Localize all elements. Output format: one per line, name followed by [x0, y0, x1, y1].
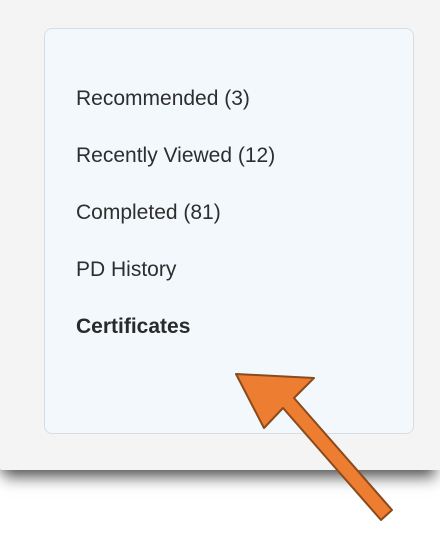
menu-item-recently-viewed[interactable]: Recently Viewed (12) — [76, 144, 275, 168]
sidebar-menu-panel: Recommended (3) Recently Viewed (12) Com… — [44, 28, 414, 434]
screenshot-stage: Recommended (3) Recently Viewed (12) Com… — [0, 0, 440, 548]
menu-item-completed[interactable]: Completed (81) — [76, 201, 275, 225]
sidebar-menu: Recommended (3) Recently Viewed (12) Com… — [76, 87, 275, 372]
menu-item-recommended[interactable]: Recommended (3) — [76, 87, 275, 111]
menu-item-pd-history[interactable]: PD History — [76, 258, 275, 282]
content-card: Recommended (3) Recently Viewed (12) Com… — [0, 0, 440, 470]
menu-item-certificates[interactable]: Certificates — [76, 315, 275, 339]
